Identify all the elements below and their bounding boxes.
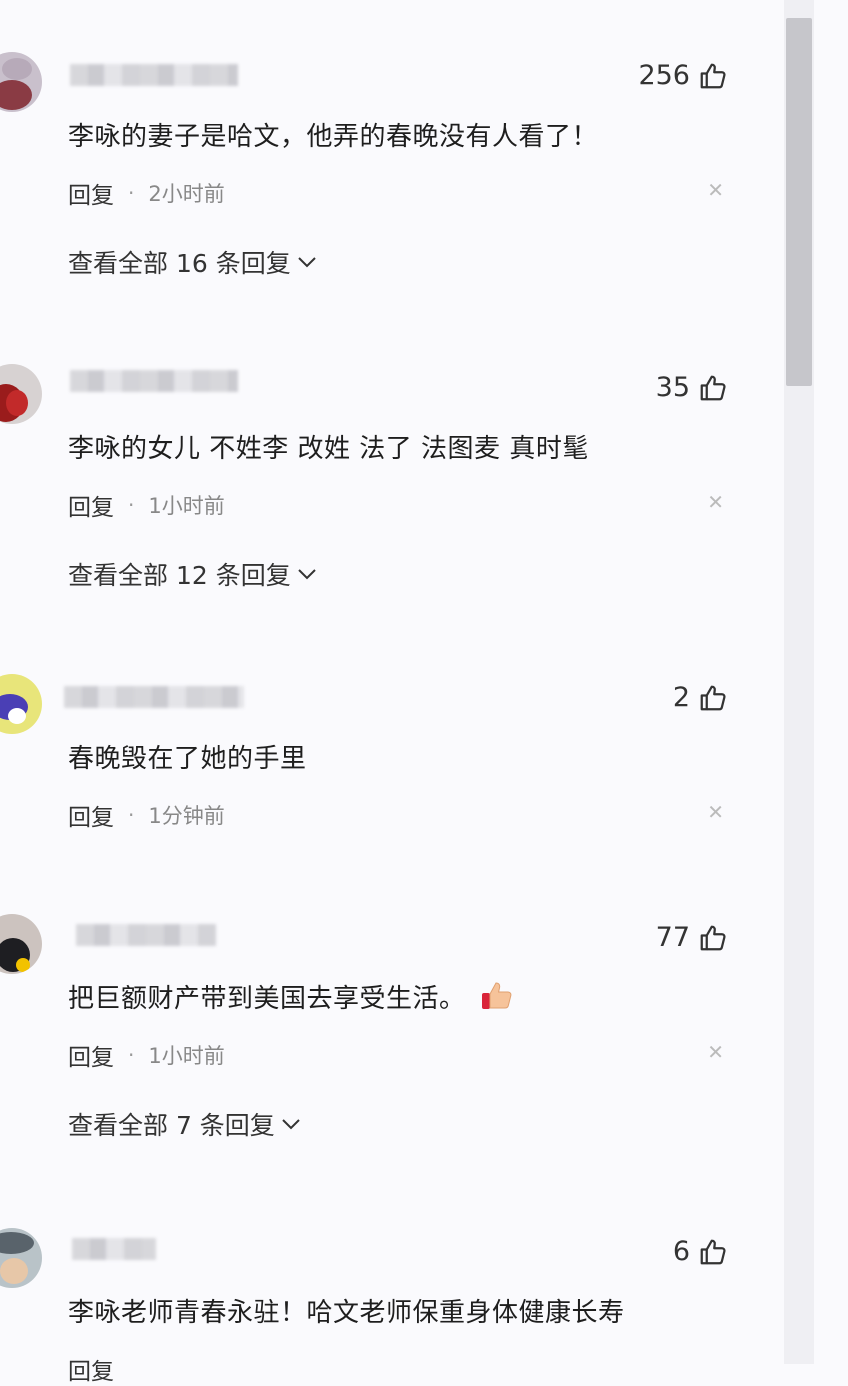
thumbs-up-icon[interactable] [698, 373, 728, 403]
chevron-down-icon [298, 569, 316, 580]
like-count-value: 2 [672, 682, 690, 713]
thumbs-up-icon[interactable] [698, 923, 728, 953]
comment-text-value: 把巨额财产带到美国去享受生活。 [68, 984, 466, 1014]
comment-item: 77 把巨额财产带到美国去享受生活。 回复 · 1小时前 ✕ 查看全部 7 条回… [0, 914, 784, 1174]
username[interactable] [72, 1238, 156, 1260]
separator-dot: · [128, 1043, 135, 1067]
like-count[interactable]: 35 [656, 372, 728, 403]
view-all-label: 查看全部 12 条回复 [68, 561, 291, 590]
comment-text: 李咏的妻子是哈文，他弄的春晚没有人看了！ [68, 122, 599, 152]
comment-item: 35 李咏的女儿 不姓李 改姓 法了 法图麦 真时髦 回复 · 1小时前 ✕ 查… [0, 364, 784, 624]
comment-item: 6 李咏老师青春永驻！哈文老师保重身体健康长寿 回复 [0, 1228, 784, 1385]
comment-text: 李咏老师青春永驻！哈文老师保重身体健康长寿 [68, 1298, 625, 1328]
view-all-label: 查看全部 7 条回复 [68, 1111, 275, 1140]
like-count-value: 35 [655, 372, 690, 403]
chevron-down-icon [298, 257, 316, 268]
view-all-replies-button[interactable]: 查看全部 7 条回复 [68, 1106, 301, 1142]
comment-feed: 256 李咏的妻子是哈文，他弄的春晚没有人看了！ 回复 · 2小时前 ✕ 查看全… [0, 0, 784, 1385]
separator-dot: · [128, 181, 135, 205]
reply-button[interactable]: 回复 [68, 1352, 114, 1386]
avatar[interactable] [0, 914, 42, 974]
reply-button[interactable]: 回复 [68, 488, 114, 522]
comment-item: 2 春晚毁在了她的手里 回复 · 1分钟前 ✕ [0, 674, 784, 854]
comment-meta: 回复 [68, 1352, 114, 1386]
like-count[interactable]: 77 [656, 922, 728, 953]
comment-meta: 回复 · 1分钟前 [68, 798, 225, 832]
comment-text: 春晚毁在了她的手里 [68, 744, 307, 774]
scrollbar-thumb[interactable] [786, 18, 812, 386]
separator-dot: · [128, 493, 135, 517]
view-all-label: 查看全部 16 条回复 [68, 249, 291, 278]
comment-text: 李咏的女儿 不姓李 改姓 法了 法图麦 真时髦 [68, 434, 589, 464]
timestamp: 1小时前 [148, 494, 225, 518]
view-all-replies-button[interactable]: 查看全部 16 条回复 [68, 244, 317, 280]
avatar[interactable] [0, 674, 42, 734]
timestamp: 2小时前 [148, 182, 225, 206]
username[interactable] [70, 370, 238, 392]
avatar[interactable] [0, 364, 42, 424]
close-icon[interactable]: ✕ [707, 490, 724, 514]
chevron-down-icon [282, 1119, 300, 1130]
reply-button[interactable]: 回复 [68, 798, 114, 832]
thumbs-up-icon[interactable] [698, 61, 728, 91]
timestamp: 1分钟前 [148, 804, 225, 828]
view-all-replies-button[interactable]: 查看全部 12 条回复 [68, 556, 317, 592]
thumbs-up-icon[interactable] [698, 683, 728, 713]
comment-meta: 回复 · 2小时前 [68, 176, 225, 210]
avatar[interactable] [0, 1228, 42, 1288]
separator-dot: · [128, 803, 135, 827]
reply-button[interactable]: 回复 [68, 176, 114, 210]
like-count[interactable]: 256 [638, 60, 728, 91]
right-margin [814, 0, 848, 1364]
avatar[interactable] [0, 52, 42, 112]
like-count[interactable]: 6 [673, 1236, 728, 1267]
reply-button[interactable]: 回复 [68, 1038, 114, 1072]
like-count-value: 6 [672, 1236, 690, 1267]
comment-text: 把巨额财产带到美国去享受生活。 [68, 978, 514, 1015]
like-count-value: 77 [655, 922, 690, 953]
username[interactable] [76, 924, 216, 946]
thumbs-up-icon[interactable] [698, 1237, 728, 1267]
close-icon[interactable]: ✕ [707, 178, 724, 202]
like-count[interactable]: 2 [673, 682, 728, 713]
close-icon[interactable]: ✕ [707, 800, 724, 824]
comment-meta: 回复 · 1小时前 [68, 1038, 225, 1072]
username[interactable] [70, 64, 238, 86]
like-count-value: 256 [638, 60, 690, 91]
comment-meta: 回复 · 1小时前 [68, 488, 225, 522]
thumbs-up-emoji-icon [481, 982, 511, 1009]
close-icon[interactable]: ✕ [707, 1040, 724, 1064]
username[interactable] [64, 686, 244, 708]
timestamp: 1小时前 [148, 1044, 225, 1068]
comment-item: 256 李咏的妻子是哈文，他弄的春晚没有人看了！ 回复 · 2小时前 ✕ 查看全… [0, 52, 784, 312]
